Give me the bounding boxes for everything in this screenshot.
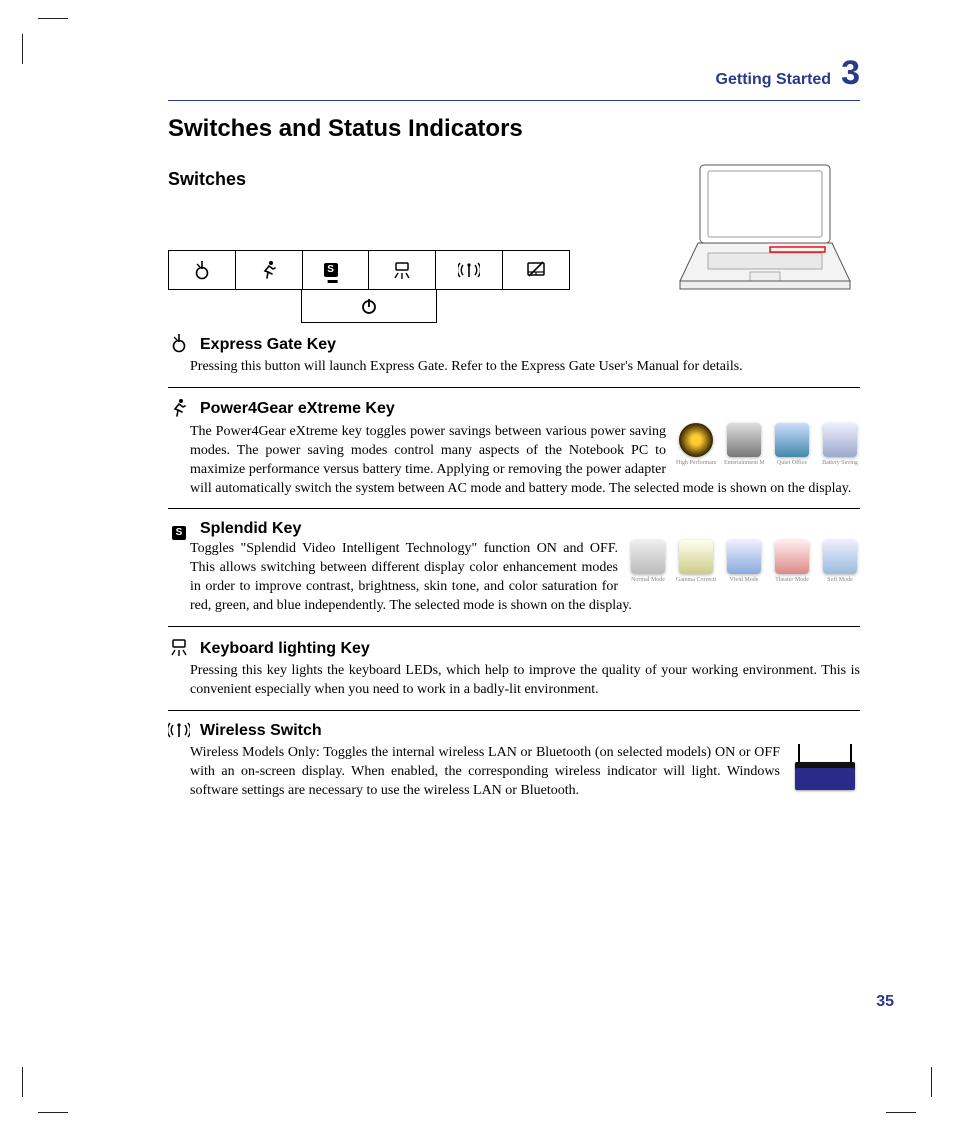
- chapter-header: Getting Started 3: [168, 56, 860, 90]
- mode-icon: Soft Mode: [820, 540, 860, 584]
- section-body: High Performance Entertainment Mode Quie…: [190, 423, 860, 499]
- chapter-number: 3: [841, 56, 860, 90]
- mode-icon: Vivid Mode: [724, 540, 764, 584]
- section-body: Pressing this key lights the keyboard LE…: [190, 662, 860, 700]
- page-number: 35: [876, 993, 894, 1011]
- section-title: Keyboard lighting Key: [200, 640, 370, 658]
- power4gear-mode-icons: High Performance Entertainment Mode Quie…: [676, 423, 860, 467]
- wifi-icon: [168, 721, 190, 744]
- section-title: Express Gate Key: [200, 336, 336, 354]
- mode-icon: Quiet Office: [772, 423, 812, 467]
- section-title: Wireless Switch: [200, 722, 322, 740]
- switch-icon-row: S ▬: [168, 250, 570, 290]
- mode-icon: Entertainment Mode: [724, 423, 764, 467]
- switches-heading: Switches: [168, 169, 570, 190]
- laptop-diagram: [670, 161, 860, 301]
- section-splendid: S Splendid Key Normal Mode Gamma Correct…: [168, 519, 860, 616]
- mode-icon: Theater Mode: [772, 540, 812, 584]
- section-body: Wireless Models Only: Toggles the intern…: [190, 744, 860, 801]
- section-divider: [168, 508, 860, 509]
- body-part: Wireless Models Only: Toggles the intern…: [190, 745, 780, 798]
- chapter-title: Getting Started: [716, 71, 832, 89]
- power-icon: [301, 290, 437, 323]
- section-wireless: Wireless Switch Wireless Models Only: To…: [168, 721, 860, 801]
- keyboard-light-icon: [369, 251, 436, 289]
- express-gate-icon: [169, 251, 236, 289]
- section-divider: [168, 626, 860, 627]
- section-body: Pressing this button will launch Express…: [190, 358, 860, 377]
- runner-icon: [236, 251, 303, 289]
- keyboard-light-icon: [168, 637, 190, 662]
- express-gate-icon: [168, 333, 190, 358]
- runner-icon: [168, 398, 190, 423]
- section-divider: [168, 710, 860, 711]
- section-title: Power4Gear eXtreme Key: [200, 400, 395, 418]
- splendid-icon: S: [168, 519, 190, 540]
- section-title: Splendid Key: [200, 520, 301, 538]
- section-divider: [168, 387, 860, 388]
- touchpad-lock-icon: [503, 251, 569, 289]
- splendid-icon: S ▬: [303, 251, 370, 289]
- header-divider: [168, 100, 860, 101]
- section-keyboard-lighting: Keyboard lighting Key Pressing this key …: [168, 637, 860, 700]
- section-body: Normal Mode Gamma Correction Vivid Mode …: [190, 540, 860, 616]
- section-express-gate: Express Gate Key Pressing this button wi…: [168, 333, 860, 377]
- section-power4gear: Power4Gear eXtreme Key High Performance …: [168, 398, 860, 499]
- page: Getting Started 3 Switches and Status In…: [0, 0, 954, 1131]
- splendid-mode-icons: Normal Mode Gamma Correction Vivid Mode …: [628, 540, 860, 584]
- wifi-icon: [436, 251, 503, 289]
- mode-icon: Battery Saving: [820, 423, 860, 467]
- page-title: Switches and Status Indicators: [168, 115, 860, 143]
- switches-overview: Switches S ▬: [168, 161, 860, 323]
- switches-column: Switches S ▬: [168, 161, 570, 323]
- router-image: [790, 744, 860, 790]
- mode-icon: Normal Mode: [628, 540, 668, 584]
- mode-icon: High Performance: [676, 423, 716, 467]
- mode-icon: Gamma Correction: [676, 540, 716, 584]
